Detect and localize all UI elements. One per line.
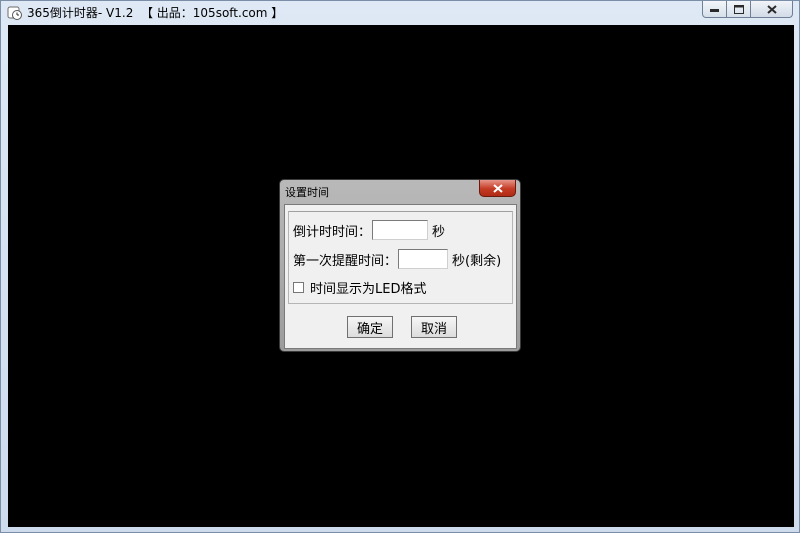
countdown-unit: 秒 bbox=[432, 224, 446, 240]
settings-group: 倒计时时间： 秒 第一次提醒时间： 秒(剩余) 时间显示为LED格式 bbox=[288, 211, 513, 304]
maximize-icon bbox=[733, 4, 744, 14]
dialog-close-button[interactable] bbox=[479, 180, 516, 197]
minimize-button[interactable] bbox=[702, 1, 727, 18]
dialog-title: 设置时间 bbox=[285, 186, 329, 199]
reminder-label: 第一次提醒时间： bbox=[293, 253, 398, 269]
close-button[interactable] bbox=[751, 1, 793, 18]
cancel-button[interactable]: 取消 bbox=[411, 316, 457, 338]
reminder-row: 第一次提醒时间： 秒(剩余) bbox=[293, 249, 501, 269]
minimize-icon bbox=[710, 9, 719, 12]
dialog-body: 倒计时时间： 秒 第一次提醒时间： 秒(剩余) 时间显示为LED格式 确定 取消 bbox=[284, 204, 517, 349]
maximize-button[interactable] bbox=[727, 1, 751, 18]
led-format-row[interactable]: 时间显示为LED格式 bbox=[293, 278, 426, 297]
reminder-seconds-input[interactable] bbox=[398, 249, 449, 269]
set-time-dialog: 设置时间 倒计时时间： 秒 第一次提醒时间： 秒(剩余) 时间显示为LED格式 … bbox=[279, 179, 521, 352]
countdown-seconds-input[interactable] bbox=[372, 220, 429, 240]
close-icon bbox=[766, 4, 777, 14]
close-icon bbox=[492, 183, 503, 193]
title-bar[interactable]: 365倒计时器- V1.2 【 出品：105soft.com 】 bbox=[1, 1, 799, 25]
clock-icon bbox=[7, 6, 22, 20]
ok-button[interactable]: 确定 bbox=[347, 316, 393, 338]
window-title: 365倒计时器- V1.2 【 出品：105soft.com 】 bbox=[27, 6, 284, 20]
led-format-label: 时间显示为LED格式 bbox=[310, 282, 427, 297]
countdown-row: 倒计时时间： 秒 bbox=[293, 220, 445, 240]
led-format-checkbox[interactable] bbox=[293, 282, 304, 293]
countdown-label: 倒计时时间： bbox=[293, 224, 372, 240]
caption-buttons bbox=[702, 1, 793, 18]
reminder-unit: 秒(剩余) bbox=[452, 253, 502, 269]
